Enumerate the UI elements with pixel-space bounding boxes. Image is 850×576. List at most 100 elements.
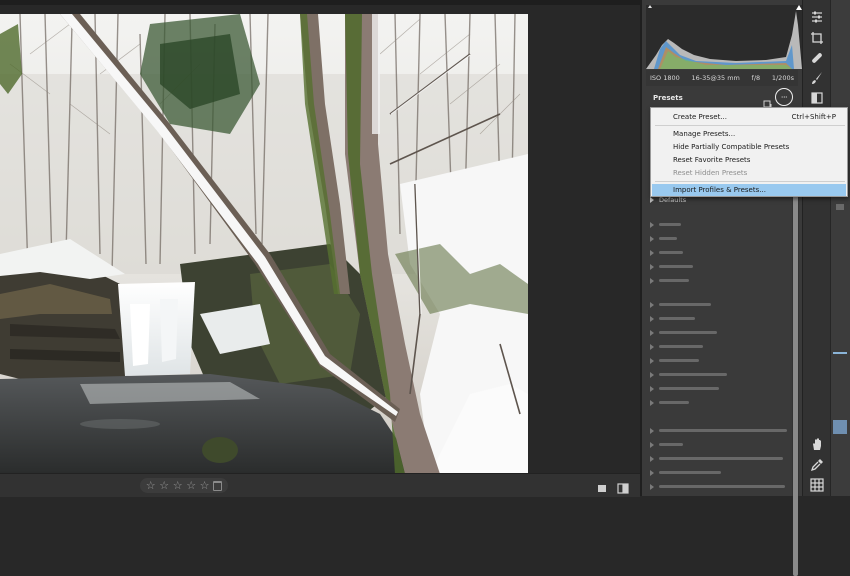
healing-brush-icon[interactable] [810, 50, 824, 64]
expand-caret-icon [650, 455, 654, 462]
presets-context-menu: Create Preset... Ctrl+Shift+P Manage Pre… [650, 107, 848, 197]
list-item[interactable] [650, 221, 681, 228]
list-item[interactable] [650, 329, 717, 336]
expand-caret-icon [650, 427, 654, 434]
list-item[interactable] [650, 277, 689, 284]
list-item[interactable] [650, 235, 677, 242]
list-item[interactable] [650, 441, 683, 448]
photo-preview[interactable] [0, 14, 528, 474]
menu-item-import-profiles-presets[interactable]: Import Profiles & Presets... [652, 184, 846, 196]
shadow-clip-icon [648, 5, 652, 8]
menu-item-label: Hide Partially Compatible Presets [673, 143, 790, 151]
image-canvas[interactable] [0, 5, 640, 474]
blurred-label [659, 303, 711, 306]
expand-caret-icon [650, 315, 654, 322]
brush-icon[interactable] [810, 70, 824, 84]
hand-tool-icon[interactable] [810, 436, 824, 450]
list-item[interactable] [650, 427, 787, 434]
expand-caret-icon [650, 249, 654, 256]
expand-caret-icon [650, 263, 654, 270]
expand-caret-icon [650, 483, 654, 490]
edit-sliders-icon[interactable] [810, 9, 824, 23]
list-item[interactable] [650, 301, 711, 308]
tool-rail [802, 0, 830, 496]
menu-item-label: Reset Hidden Presets [673, 169, 748, 177]
blurred-label [659, 237, 677, 240]
star-rating[interactable]: ☆ ☆ ☆ ☆ ☆ [140, 478, 228, 493]
list-item[interactable] [650, 315, 695, 322]
blurred-label [659, 401, 689, 404]
single-view-icon[interactable] [596, 479, 608, 492]
histogram[interactable] [646, 5, 802, 69]
list-item[interactable] [650, 263, 693, 270]
star-2[interactable]: ☆ [159, 480, 169, 491]
strip-marker [833, 352, 847, 354]
expand-caret-icon [650, 301, 654, 308]
preset-group-defaults[interactable]: Defaults [650, 196, 686, 204]
menu-item-shortcut: Ctrl+Shift+P [791, 113, 836, 121]
camera-info-bar: ISO 1800 16-35@35 mm f/8 1/200s [646, 70, 798, 86]
blurred-label [659, 317, 695, 320]
menu-item-label: Reset Favorite Presets [673, 156, 751, 164]
star-1[interactable]: ☆ [146, 480, 156, 491]
menu-item-reset-favorite-presets[interactable]: Reset Favorite Presets [652, 154, 846, 166]
star-4[interactable]: ☆ [186, 480, 196, 491]
trash-icon[interactable] [213, 480, 223, 491]
expand-caret-icon [650, 385, 654, 392]
blurred-label [659, 443, 683, 446]
histogram-graph [646, 5, 802, 69]
star-3[interactable]: ☆ [173, 480, 183, 491]
expand-caret-icon [650, 235, 654, 242]
list-item[interactable] [650, 399, 689, 406]
iso-value: ISO 1800 [650, 74, 680, 82]
blurred-label [659, 265, 693, 268]
blurred-label [659, 457, 783, 460]
blurred-label [659, 345, 703, 348]
menu-item-create-preset[interactable]: Create Preset... Ctrl+Shift+P [652, 111, 846, 123]
menu-item-manage-presets[interactable]: Manage Presets... [652, 128, 846, 140]
blurred-label [659, 429, 787, 432]
blurred-label [659, 359, 699, 362]
lens-value: 16-35@35 mm [691, 74, 740, 82]
shutter-value: 1/200s [771, 74, 794, 82]
menu-separator [655, 181, 845, 182]
menu-item-label: Manage Presets... [673, 130, 736, 138]
crop-icon[interactable] [810, 30, 824, 44]
far-right-strip [830, 0, 850, 496]
menu-item-hide-partially-compatible[interactable]: Hide Partially Compatible Presets [652, 141, 846, 153]
blurred-label [659, 485, 785, 488]
eyedropper-icon[interactable] [810, 457, 824, 472]
expand-caret-icon [650, 329, 654, 336]
compare-view-icon[interactable] [617, 479, 629, 494]
gradient-filter-icon[interactable] [810, 90, 824, 104]
expand-caret-icon [650, 371, 654, 378]
list-item[interactable] [650, 385, 719, 392]
list-item[interactable] [650, 249, 683, 256]
blurred-label [659, 471, 721, 474]
grid-icon[interactable] [810, 477, 824, 492]
blurred-label [659, 251, 683, 254]
list-item[interactable] [650, 469, 721, 476]
menu-item-reset-hidden-presets: Reset Hidden Presets [652, 167, 846, 179]
blurred-label [659, 387, 719, 390]
more-options-button[interactable]: ··· [775, 88, 793, 106]
list-item[interactable] [650, 357, 699, 364]
expand-caret-icon [650, 277, 654, 284]
blurred-label [659, 279, 689, 282]
menu-item-label: Import Profiles & Presets... [673, 186, 766, 194]
menu-item-label: Create Preset... [673, 113, 727, 121]
list-item[interactable] [650, 343, 703, 350]
list-item[interactable] [650, 455, 783, 462]
list-item[interactable] [650, 371, 727, 378]
menu-separator [655, 125, 845, 126]
blurred-label [659, 223, 681, 226]
preset-add-icon[interactable] [763, 94, 773, 109]
strip-marker [833, 420, 847, 434]
strip-marker [836, 204, 844, 210]
star-5[interactable]: ☆ [200, 480, 210, 491]
expand-caret-icon [650, 343, 654, 350]
blurred-label [659, 331, 717, 334]
list-item[interactable] [650, 483, 785, 490]
bottom-toolbar: ☆ ☆ ☆ ☆ ☆ [0, 473, 640, 497]
expand-caret-icon [650, 197, 654, 203]
